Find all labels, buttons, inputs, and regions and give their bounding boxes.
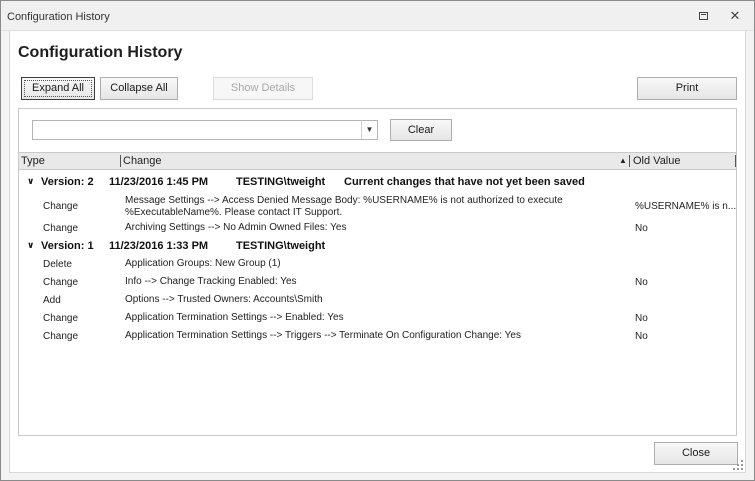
version-label: Version: 1 xyxy=(41,240,94,252)
type-cell: Change xyxy=(43,201,79,212)
column-separator[interactable] xyxy=(735,155,736,167)
column-separator[interactable] xyxy=(120,155,121,167)
type-cell: Delete xyxy=(43,259,72,270)
table-row[interactable]: Change Application Termination Settings … xyxy=(19,312,736,327)
column-header-change[interactable]: Change xyxy=(123,155,162,167)
type-cell: Change xyxy=(43,331,79,342)
close-button[interactable]: Close xyxy=(654,442,738,465)
change-cell: Info --> Change Tracking Enabled: Yes xyxy=(125,276,297,287)
grid-header: Type Change ▲ Old Value xyxy=(19,152,736,170)
title-bar[interactable]: Configuration History ✕ xyxy=(1,1,754,31)
type-cell: Change xyxy=(43,277,79,288)
table-row[interactable]: Delete Application Groups: New Group (1) xyxy=(19,258,736,273)
table-row[interactable]: Change Application Termination Settings … xyxy=(19,330,736,345)
version-date: 11/23/2016 1:45 PM xyxy=(109,176,209,188)
column-header-type[interactable]: Type xyxy=(21,155,45,167)
change-cell: Application Termination Settings --> Tri… xyxy=(125,330,521,341)
show-details-button[interactable]: Show Details xyxy=(213,77,313,100)
table-row[interactable]: Change Archiving Settings --> No Admin O… xyxy=(19,222,736,237)
page-title: Configuration History xyxy=(18,44,183,61)
change-cell: Application Groups: New Group (1) xyxy=(125,258,281,269)
old-value-cell: %USERNAME% is n... xyxy=(635,201,736,212)
print-button[interactable]: Print xyxy=(637,77,737,100)
version-label: Version: 2 xyxy=(41,176,94,188)
column-separator[interactable] xyxy=(629,155,630,167)
sort-ascending-icon: ▲ xyxy=(619,156,627,165)
configuration-history-window: Configuration History ✕ Configuration Hi… xyxy=(0,0,755,481)
filter-combobox[interactable]: ▼ xyxy=(32,120,378,140)
change-cell: Message Settings --> Access Denied Messa… xyxy=(125,195,563,218)
version-date: 11/23/2016 1:33 PM xyxy=(109,240,209,252)
close-window-icon[interactable]: ✕ xyxy=(728,9,742,23)
old-value-cell: No xyxy=(635,331,648,342)
restore-window-icon[interactable] xyxy=(697,9,711,23)
version-user: TESTING\tweight xyxy=(236,240,326,252)
type-cell: Change xyxy=(43,223,79,234)
window-title: Configuration History xyxy=(7,11,110,23)
resize-grip-icon[interactable] xyxy=(733,460,743,470)
old-value-cell: No xyxy=(635,277,648,288)
table-row[interactable]: Add Options --> Trusted Owners: Accounts… xyxy=(19,294,736,309)
change-cell: Archiving Settings --> No Admin Owned Fi… xyxy=(125,222,347,233)
change-cell: Options --> Trusted Owners: Accounts\Smi… xyxy=(125,294,323,305)
chevron-down-icon[interactable]: ∨ xyxy=(27,176,34,187)
change-cell: Application Termination Settings --> Ena… xyxy=(125,312,344,323)
chevron-down-icon[interactable]: ∨ xyxy=(27,240,34,251)
table-row[interactable]: Change Info --> Change Tracking Enabled:… xyxy=(19,276,736,291)
column-header-old-value[interactable]: Old Value xyxy=(633,155,681,167)
clear-button[interactable]: Clear xyxy=(390,119,452,141)
table-row[interactable]: Change Message Settings --> Access Denie… xyxy=(19,195,736,221)
expand-all-button[interactable]: Expand All xyxy=(21,77,95,100)
old-value-cell: No xyxy=(635,313,648,324)
version-user: TESTING\tweight xyxy=(236,176,326,188)
dropdown-arrow-icon[interactable]: ▼ xyxy=(361,121,377,139)
old-value-cell: No xyxy=(635,223,648,234)
dialog-body: Configuration History Expand All Collaps… xyxy=(9,31,746,473)
version-group-header[interactable]: ∨ Version: 2 11/23/2016 1:45 PM TESTING\… xyxy=(19,176,736,190)
version-group-header[interactable]: ∨ Version: 1 11/23/2016 1:33 PM TESTING\… xyxy=(19,240,736,254)
collapse-all-button[interactable]: Collapse All xyxy=(100,77,178,100)
history-panel: ▼ Clear Type Change ▲ Old Value ∨ Versio… xyxy=(18,108,737,436)
type-cell: Add xyxy=(43,295,61,306)
type-cell: Change xyxy=(43,313,79,324)
version-note: Current changes that have not yet been s… xyxy=(344,176,585,188)
